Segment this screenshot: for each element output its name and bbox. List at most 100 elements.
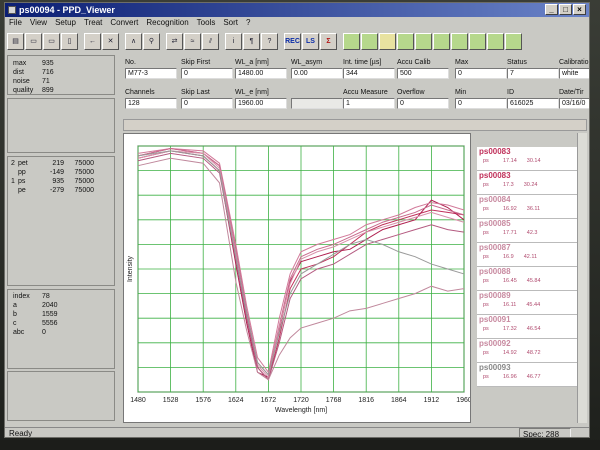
field-value[interactable]: 0 (181, 98, 233, 109)
menu-recognition[interactable]: Recognition (146, 17, 188, 29)
field-label: Date/Tir (559, 89, 584, 96)
minimize-icon[interactable]: _ (545, 4, 558, 15)
index-row: abc 0 (8, 328, 114, 337)
left-panel: max 935 dist 716 noise 71 quality 899 2 pet 219 75… (7, 55, 117, 425)
spectrum-s1: ps (483, 302, 489, 308)
book-icon[interactable]: ▯ (61, 32, 78, 50)
menu-setup[interactable]: Setup (55, 17, 76, 29)
index-value: 0 (42, 329, 46, 336)
sigma-icon[interactable]: Σ (320, 32, 337, 50)
menu-convert[interactable]: Convert (110, 17, 138, 29)
menu-tools[interactable]: Tools (197, 17, 216, 29)
field-value[interactable]: 1960.00 (235, 98, 287, 109)
stat-value: 71 (42, 78, 50, 85)
spectrum-item[interactable]: ps00083 ps 17.14 30.14 (477, 147, 577, 171)
menu-help[interactable]: ? (246, 17, 250, 29)
ls-icon[interactable]: LS (302, 32, 319, 50)
zoom-icon[interactable]: ⚲ (143, 32, 160, 50)
slot-10-icon[interactable] (505, 32, 522, 50)
field-value[interactable]: 7 (507, 68, 559, 79)
field-label: Accu Measure (343, 89, 388, 96)
field-value[interactable]: 1480.00 (235, 68, 287, 79)
spectrum-item[interactable]: ps00091 ps 17.32 46.54 (477, 315, 577, 339)
stats-box: max 935 dist 716 noise 71 quality 899 (7, 55, 115, 95)
spectrum-item[interactable]: ps00083 ps 17.3 30.24 (477, 171, 577, 195)
info-icon[interactable]: i (225, 32, 242, 50)
spectrum-item[interactable]: ps00089 ps 16.11 45.44 (477, 291, 577, 315)
spectrum-icon[interactable]: ∧ (125, 32, 142, 50)
field-value[interactable]: white (559, 68, 589, 79)
slot-6-icon[interactable] (433, 32, 450, 50)
field-value[interactable]: 1 (343, 98, 395, 109)
pin-icon[interactable]: ¶ (243, 32, 260, 50)
slot-9-icon[interactable] (487, 32, 504, 50)
rec-icon[interactable]: REC (284, 32, 301, 50)
slot-8-icon[interactable] (469, 32, 486, 50)
peak-type: pe (18, 187, 26, 194)
split-icon[interactable]: ⫽ (202, 32, 219, 50)
field-value[interactable]: 616025 (507, 98, 559, 109)
peak-n (8, 186, 18, 195)
field-value[interactable]: M77-3 (125, 68, 177, 79)
spectrum-chart: 1480 1528 1576 1624 1672 1720 1768 1816 1864 1912… (127, 145, 472, 414)
spectrum-s2: 16.96 (503, 374, 517, 380)
index-row: a 2040 (8, 301, 114, 310)
field-no: No. M77-3 (125, 58, 177, 79)
index-box: index 78 a 2040 b 1559 c 5556 abc 0 (7, 289, 115, 369)
slot-7-icon[interactable] (451, 32, 468, 50)
spectrum-s2: 16.45 (503, 278, 517, 284)
field-value[interactable]: 128 (125, 98, 177, 109)
stat-label: noise (13, 78, 30, 85)
menu-view[interactable]: View (30, 17, 47, 29)
field-value[interactable]: 500 (397, 68, 449, 79)
field-value[interactable]: 0 (455, 98, 507, 109)
slot-1-icon[interactable] (343, 32, 360, 50)
spectrum-item[interactable]: ps00084 ps 16.92 36.11 (477, 195, 577, 219)
slot-3-icon[interactable] (379, 32, 396, 50)
slot-5-icon[interactable] (415, 32, 432, 50)
help-pointer-icon[interactable]: ? (261, 32, 278, 50)
field-value[interactable] (291, 98, 343, 109)
slot-2-icon[interactable] (361, 32, 378, 50)
stat-value: 716 (42, 69, 54, 76)
peak-b: 75000 (74, 178, 94, 185)
compare-icon[interactable]: ⇄ (166, 32, 183, 50)
stat-label: max (13, 60, 27, 67)
upper-scrollbar[interactable] (123, 119, 587, 131)
index-value: 78 (42, 293, 50, 300)
overlay-icon[interactable]: ≈ (184, 32, 201, 50)
spectrum-s1: ps (483, 254, 489, 260)
menu-sort[interactable]: Sort (223, 17, 238, 29)
title-bar[interactable]: ps00094 - PPD_Viewer _ □ × (5, 3, 589, 17)
disk-icon[interactable]: ▤ (7, 32, 24, 50)
field-value[interactable]: 344 (343, 68, 395, 79)
index-value: 5556 (42, 320, 58, 327)
field-value[interactable]: 0 (397, 98, 449, 109)
field-accu-calib: Accu Calib 500 (397, 58, 449, 79)
cross-icon[interactable]: ✕ (102, 32, 119, 50)
menu-treat[interactable]: Treat (84, 17, 102, 29)
maximize-icon[interactable]: □ (559, 4, 572, 15)
field-label: Channels (125, 89, 155, 96)
menu-file[interactable]: File (9, 17, 22, 29)
vertical-scrollbar[interactable] (577, 133, 587, 423)
x-tick-label: 1672 (261, 397, 277, 404)
peak-row: pp -149 75000 (8, 168, 114, 177)
spectrum-item[interactable]: ps00087 ps 16.9 42.11 (477, 243, 577, 267)
spectrum-item[interactable]: ps00085 ps 17.71 42.3 (477, 219, 577, 243)
slot-4-icon[interactable] (397, 32, 414, 50)
spectrum-name: ps00083 (479, 147, 511, 156)
folder-open-icon[interactable]: ▭ (25, 32, 42, 50)
field-value[interactable]: 0 (181, 68, 233, 79)
spectrum-s3: 42.3 (526, 230, 538, 236)
field-value[interactable]: 03/16/0 (559, 98, 589, 109)
spectrum-item[interactable]: ps00088 ps 16.45 45.84 (477, 267, 577, 291)
folder-icon[interactable]: ▭ (43, 32, 60, 50)
field-value[interactable]: 0.00 (291, 68, 343, 79)
spectrum-name: ps00087 (479, 243, 511, 252)
spectrum-item[interactable]: ps00092 ps 14.92 48.72 (477, 339, 577, 363)
field-value[interactable]: 0 (455, 68, 507, 79)
spectrum-item[interactable]: ps00093 ps 16.96 46.77 (477, 363, 577, 387)
arrow-left-icon[interactable]: ← (84, 32, 101, 50)
close-icon[interactable]: × (573, 4, 586, 15)
